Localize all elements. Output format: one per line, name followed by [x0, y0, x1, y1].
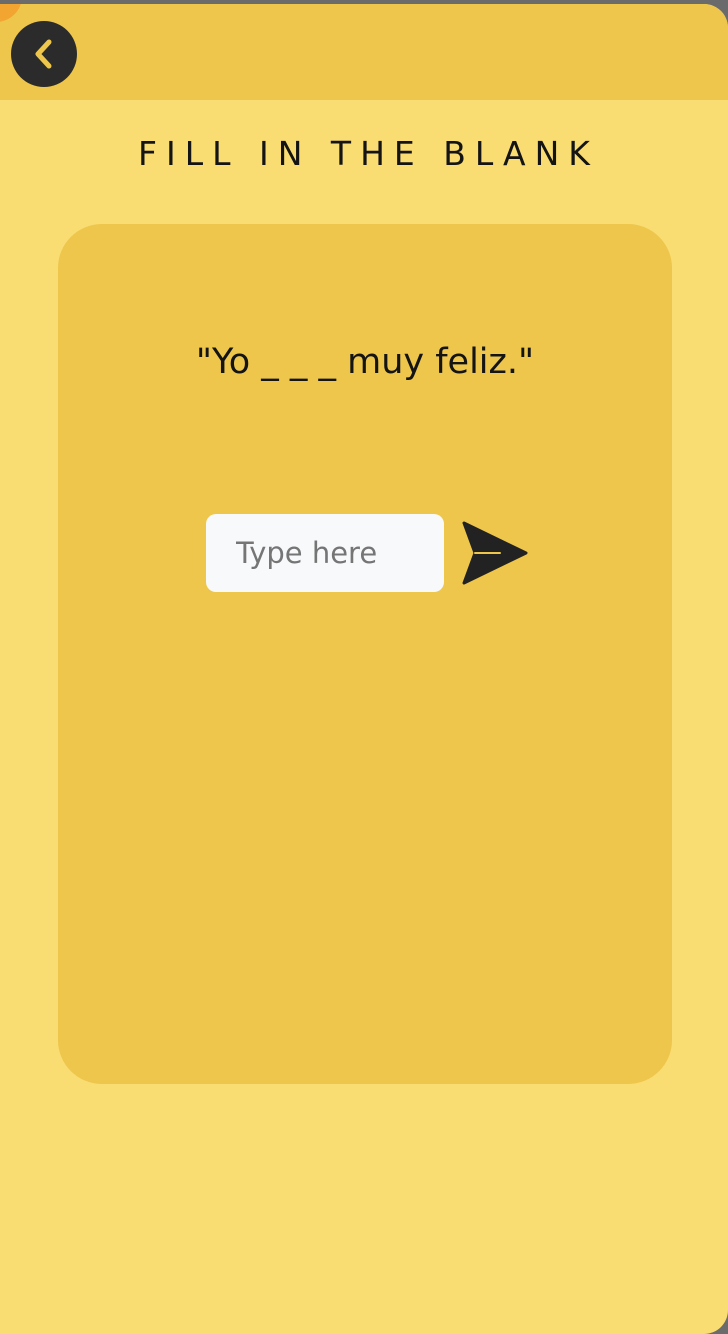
back-button[interactable]: [11, 21, 77, 87]
answer-input[interactable]: [206, 514, 444, 592]
header-bar: [0, 4, 728, 100]
send-icon: [460, 521, 528, 585]
exercise-sentence: "Yo _ _ _ muy feliz.": [195, 342, 535, 382]
chevron-left-icon: [29, 37, 59, 71]
submit-button[interactable]: [458, 518, 530, 588]
page-title: FILL IN THE BLANK: [138, 134, 599, 173]
app-screen: FILL IN THE BLANK "Yo _ _ _ muy feliz.": [0, 4, 728, 1334]
exercise-card: "Yo _ _ _ muy feliz.": [58, 224, 672, 1084]
